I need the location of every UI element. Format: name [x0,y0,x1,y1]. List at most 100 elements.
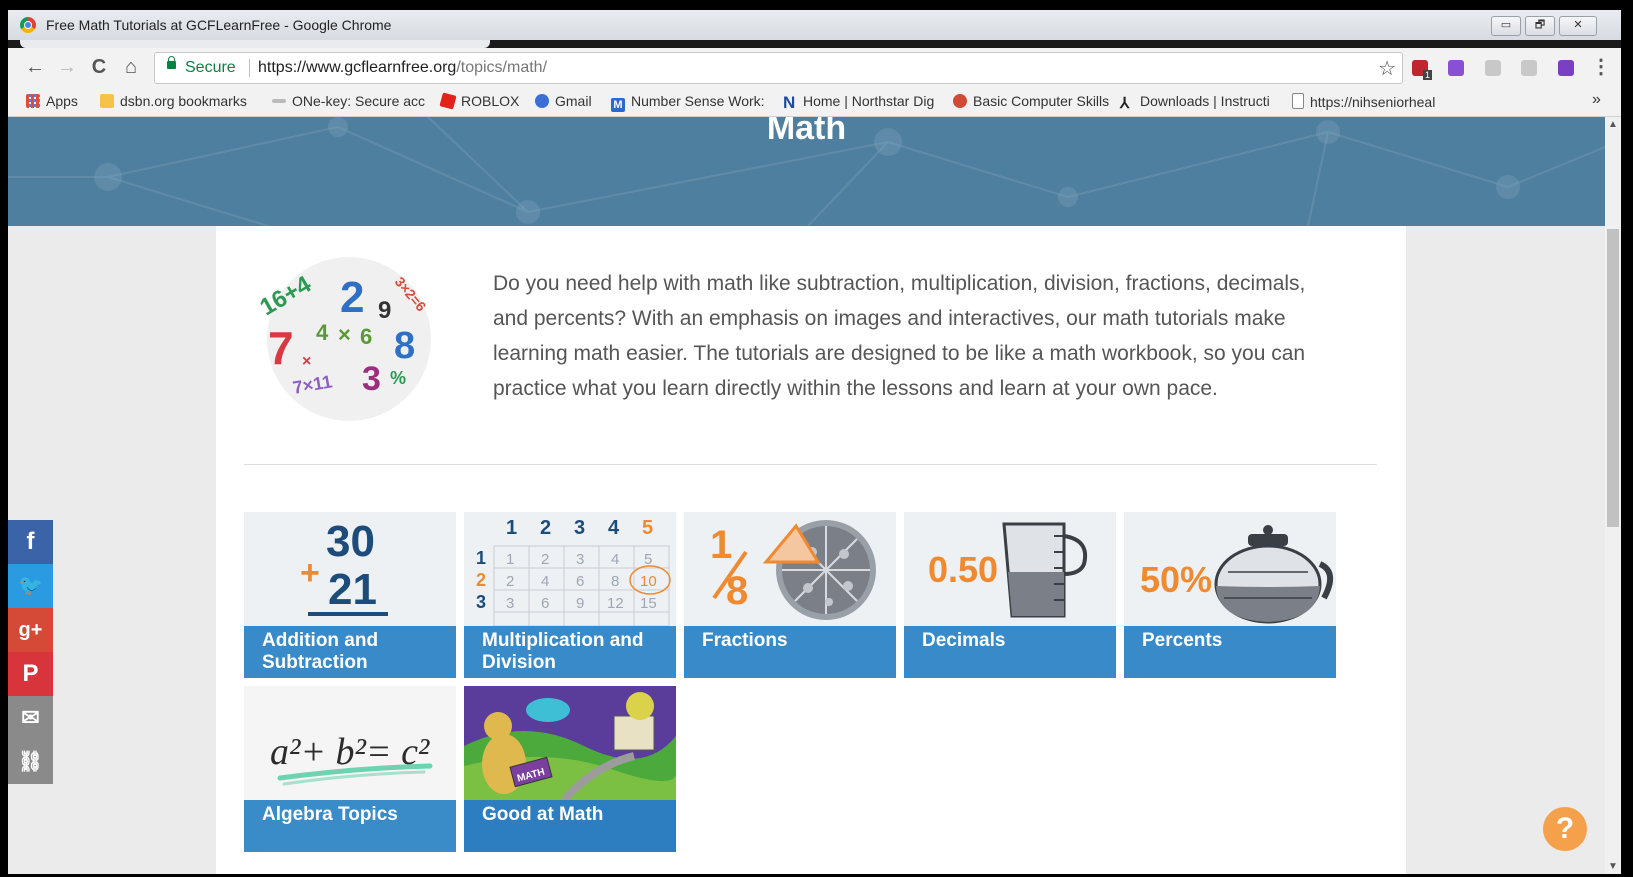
minimize-button[interactable]: ▭ [1491,16,1521,36]
svg-text:8: 8 [394,325,415,367]
svg-text:2: 2 [540,517,551,539]
topic-label: Multiplication and Division [464,626,676,678]
svg-text:3: 3 [576,551,584,568]
math-numbers-illustration: 16+4 2 9 3×2=6 7 × 4 × 6 8 7×11 3 % [256,257,431,421]
person-icon: ⅄ [1120,95,1130,112]
scrollbar-thumb[interactable] [1607,229,1619,527]
topic-multiplication-division[interactable]: 1 2 3 4 5 1 12 34 5 2 2 4 6 8 10 3 3 6 9… [464,512,676,678]
key-icon [272,99,286,103]
bookmark-number-sense[interactable]: M Number Sense Work: [611,93,765,112]
bookmark-dsbn[interactable]: dsbn.org bookmarks [100,93,247,109]
link-icon: ⛓ [8,740,53,784]
topic-label: Fractions [684,626,896,678]
bookmark-onekey[interactable]: ONe-key: Secure acc [272,93,425,109]
secure-label: Secure [185,59,236,76]
svg-text:4: 4 [541,573,549,590]
window-title: Free Math Tutorials at GCFLearnFree - Go… [46,17,392,33]
share-google-plus[interactable]: g+ [8,608,53,652]
svg-text:2: 2 [476,570,486,590]
scroll-down-icon[interactable]: ▼ [1608,861,1618,872]
home-icon[interactable]: ⌂ [118,54,144,80]
roblox-icon [439,92,457,110]
help-button[interactable]: ? [1543,807,1587,851]
addition-art: 30 + 21 [300,517,388,616]
share-email[interactable]: ✉ [8,696,53,740]
topic-label: Good at Math [464,800,676,852]
reload-icon[interactable]: C [86,54,112,80]
share-twitter[interactable]: 🐦 [8,564,53,608]
svg-text:4: 4 [611,551,619,568]
ublock-extension-icon[interactable]: 1 [1412,60,1432,80]
svg-text:1: 1 [476,548,486,568]
address-bar[interactable]: Secure https://www.gcflearnfree.org/topi… [154,52,1403,84]
menu-icon[interactable]: ⋮ [1588,54,1614,80]
svg-text:9: 9 [576,595,584,612]
svg-text:3: 3 [476,592,486,612]
email-icon: ✉ [8,696,53,740]
bookmark-nihseniorhealth[interactable]: https://nihseniorheal [1292,93,1435,110]
bookmark-roblox[interactable]: ROBLOX [439,92,519,110]
page-title: Math [766,117,847,147]
svg-text:8: 8 [611,573,619,590]
chrome-logo-icon [20,17,36,33]
topic-panel: 16+4 2 9 3×2=6 7 × 4 × 6 8 7×11 3 % Do y… [216,226,1406,874]
svg-text:1: 1 [506,517,517,539]
computer-icon [953,94,967,108]
topic-good-at-math[interactable]: MATH Good at Math [464,686,676,852]
gmail-icon [535,94,549,108]
share-facebook[interactable]: f [8,520,53,564]
bookmark-basic-computer[interactable]: Basic Computer Skills [953,93,1109,109]
pizza-fraction-art: 1 8 [710,520,876,620]
svg-text:0.50: 0.50 [928,549,998,590]
intro-paragraph: Do you need help with math like subtract… [493,272,1306,400]
topic-algebra[interactable]: a²+ b²= c² Algebra Topics [244,686,456,852]
acrobat-extension-icon[interactable] [1521,60,1537,76]
forward-icon[interactable]: → [54,54,80,80]
bookmark-northstar[interactable]: N Home | Northstar Dig [783,93,934,112]
northstar-icon: N [783,93,796,112]
svg-text:7: 7 [268,322,294,374]
bookmark-gmail[interactable]: Gmail [535,93,592,109]
back-icon[interactable]: ← [22,54,48,80]
active-tab[interactable] [20,40,490,48]
svg-text:6: 6 [541,595,549,612]
scroll-up-icon[interactable]: ▲ [1608,119,1618,130]
title-bar: Free Math Tutorials at GCFLearnFree - Go… [8,10,1621,41]
svg-text:%: % [390,368,406,388]
topic-fractions[interactable]: 1 8 Fractions [684,512,896,678]
svg-text:30: 30 [326,517,375,566]
bookmark-star-icon[interactable]: ☆ [1378,56,1396,81]
good-at-math-art: MATH [464,686,676,800]
pdf-extension-icon[interactable] [1558,60,1574,76]
svg-text:3: 3 [506,595,514,612]
page-scrollbar[interactable]: ▲ ▼ [1605,117,1621,874]
restore-button[interactable]: 🗗 [1525,16,1555,36]
page-icon [1292,93,1304,109]
share-link[interactable]: ⛓ [8,740,53,784]
bookmarks-more-icon[interactable]: » [1592,91,1601,109]
divider [244,464,1377,465]
share-pinterest[interactable]: P [8,652,53,696]
browser-toolbar: ← → C ⌂ Secure https://www.gcflearnfree.… [8,48,1621,86]
shield-extension-icon[interactable] [1485,60,1501,76]
svg-text:12: 12 [607,595,624,612]
svg-text:1: 1 [506,551,514,568]
topic-label: Algebra Topics [244,800,456,852]
topic-decimals[interactable]: 0.50 Decimals [904,512,1116,678]
tab-strip [8,40,1621,48]
bookmark-apps[interactable]: Apps [26,93,78,109]
svg-text:1: 1 [710,523,732,567]
topic-addition-subtraction[interactable]: 30 + 21 Addition and Subtraction [244,512,456,678]
twitter-icon: 🐦 [8,564,53,608]
pinterest-icon: P [8,652,53,696]
coffee-pot-art: 50% [1140,525,1333,624]
svg-text:10: 10 [640,573,657,590]
topic-percents[interactable]: 50% Percents [1124,512,1336,678]
svg-text:15: 15 [640,595,657,612]
close-button[interactable]: ✕ [1559,16,1597,36]
svg-text:6: 6 [360,324,372,349]
bookmark-downloads[interactable]: ⅄ Downloads | Instructi [1120,93,1270,111]
m-icon: M [611,98,625,112]
puzzle-extension-icon[interactable] [1448,60,1464,76]
url-text[interactable]: https://www.gcflearnfree.org/topics/math… [258,59,547,77]
